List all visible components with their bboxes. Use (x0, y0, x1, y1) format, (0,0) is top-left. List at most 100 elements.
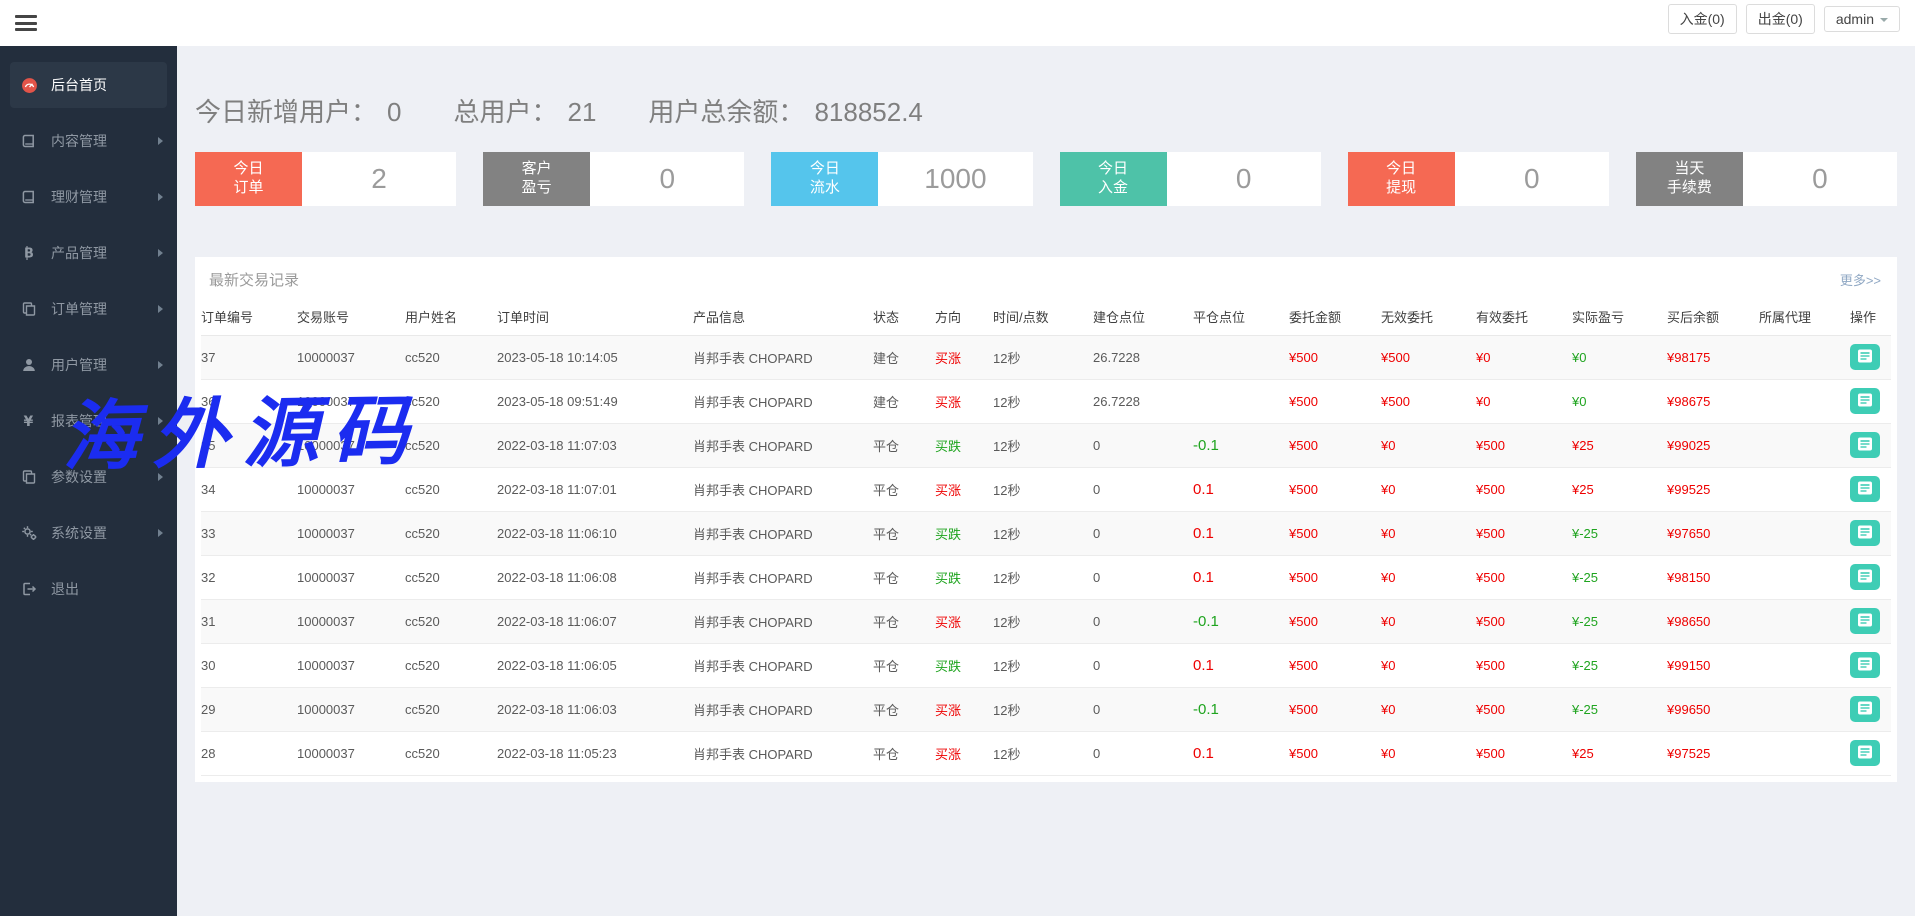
cell-actions (1850, 335, 1891, 379)
card-value: 1000 (878, 152, 1032, 206)
cell-balance: ¥98150 (1667, 555, 1759, 599)
cell-profit: ¥25 (1572, 423, 1667, 467)
cell-actions (1850, 467, 1891, 511)
order-detail-button[interactable] (1850, 608, 1880, 634)
table-header-row: 订单编号 交易账号 用户姓名 订单时间 产品信息 状态 方向 时间/点数 建仓点… (201, 299, 1891, 335)
cell-amount: ¥500 (1289, 467, 1381, 511)
list-icon (1857, 481, 1873, 498)
cell-product: 肖邦手表 CHOPARD (693, 555, 873, 599)
cell-invalid: ¥0 (1381, 599, 1476, 643)
sidebar-item-label: 后台首页 (51, 75, 107, 95)
cell-status: 平仓 (873, 643, 935, 687)
order-detail-button[interactable] (1850, 388, 1880, 414)
menu-toggle-icon[interactable] (15, 15, 37, 31)
order-detail-button[interactable] (1850, 564, 1880, 590)
cell-invalid: ¥0 (1381, 687, 1476, 731)
cell-order-id: 34 (201, 467, 297, 511)
order-detail-button[interactable] (1850, 740, 1880, 766)
order-detail-button[interactable] (1850, 652, 1880, 678)
cell-amount: ¥500 (1289, 423, 1381, 467)
col-account: 交易账号 (297, 299, 405, 335)
withdraw-button[interactable]: 出金(0) (1746, 4, 1815, 34)
list-icon (1857, 525, 1873, 542)
cell-profit: ¥-25 (1572, 511, 1667, 555)
stat-total-balance-label: 用户总余额： (648, 92, 804, 129)
cell-order-id: 33 (201, 511, 297, 555)
cell-profit: ¥-25 (1572, 555, 1667, 599)
svg-text:B: B (24, 247, 34, 262)
stat-card-3: 今日入金0 (1060, 152, 1321, 206)
cell-balance: ¥98650 (1667, 599, 1759, 643)
cell-open-point: 26.7228 (1093, 379, 1193, 423)
table-row: 3610000037cc5202023-05-18 09:51:49肖邦手表 C… (201, 379, 1891, 423)
cell-username: cc520 (405, 335, 497, 379)
sidebar-item-4[interactable]: 订单管理 (10, 286, 167, 332)
col-product: 产品信息 (693, 299, 873, 335)
cell-account: 10000037 (297, 467, 405, 511)
cell-direction: 买跌 (935, 511, 993, 555)
book-icon (20, 189, 38, 205)
order-detail-button[interactable] (1850, 696, 1880, 722)
files-icon (20, 469, 38, 485)
order-detail-button[interactable] (1850, 520, 1880, 546)
cell-open-point: 26.7228 (1093, 335, 1193, 379)
user-menu-label: admin (1836, 11, 1874, 27)
sidebar-item-2[interactable]: 理财管理 (10, 174, 167, 220)
cell-direction: 买涨 (935, 687, 993, 731)
cell-account: 10000037 (297, 731, 405, 775)
more-link[interactable]: 更多>> (1840, 270, 1881, 289)
cell-invalid: ¥0 (1381, 731, 1476, 775)
stat-total-users: 总用户： 21 (453, 92, 596, 129)
cell-amount: ¥500 (1289, 335, 1381, 379)
sidebar-item-3[interactable]: B 产品管理 (10, 230, 167, 276)
cell-balance: ¥99650 (1667, 687, 1759, 731)
logout-icon (20, 581, 38, 597)
sidebar-item-9[interactable]: 退出 (10, 566, 167, 612)
sidebar: 后台首页内容管理理财管理 B 产品管理订单管理用户管理 ¥报表管理参数设置系统设置退出 (0, 46, 177, 916)
user-menu-button[interactable]: admin (1824, 6, 1900, 32)
svg-text:¥: ¥ (24, 414, 34, 429)
deposit-button-label: 入金(0) (1680, 9, 1725, 29)
sidebar-item-label: 产品管理 (51, 243, 107, 263)
deposit-button[interactable]: 入金(0) (1668, 4, 1737, 34)
cell-balance: ¥98675 (1667, 379, 1759, 423)
col-balance: 买后余额 (1667, 299, 1759, 335)
sidebar-item-8[interactable]: 系统设置 (10, 510, 167, 556)
sidebar-item-label: 订单管理 (51, 299, 107, 319)
cell-account: 10000037 (297, 555, 405, 599)
cell-open-point: 0 (1093, 423, 1193, 467)
cell-order-time: 2022-03-18 11:06:08 (497, 555, 693, 599)
list-icon (1857, 613, 1873, 630)
cell-valid: ¥500 (1476, 423, 1572, 467)
order-detail-button[interactable] (1850, 432, 1880, 458)
sidebar-item-1[interactable]: 内容管理 (10, 118, 167, 164)
withdraw-button-label: 出金(0) (1758, 9, 1803, 29)
cell-profit: ¥0 (1572, 335, 1667, 379)
cell-agent (1759, 379, 1850, 423)
cell-actions (1850, 379, 1891, 423)
cell-agent (1759, 467, 1850, 511)
cell-direction: 买涨 (935, 335, 993, 379)
sidebar-item-5[interactable]: 用户管理 (10, 342, 167, 388)
sidebar-item-label: 用户管理 (51, 355, 107, 375)
order-detail-button[interactable] (1850, 476, 1880, 502)
cell-invalid: ¥0 (1381, 643, 1476, 687)
sidebar-item-6[interactable]: ¥报表管理 (10, 398, 167, 444)
cell-profit: ¥-25 (1572, 643, 1667, 687)
list-icon (1857, 701, 1873, 718)
cell-time-points: 12秒 (993, 467, 1093, 511)
card-label: 当天手续费 (1636, 152, 1743, 206)
order-detail-button[interactable] (1850, 344, 1880, 370)
cell-direction: 买涨 (935, 467, 993, 511)
cell-time-points: 12秒 (993, 687, 1093, 731)
sidebar-item-0[interactable]: 后台首页 (10, 62, 167, 108)
cell-status: 平仓 (873, 687, 935, 731)
cell-time-points: 12秒 (993, 379, 1093, 423)
cell-agent (1759, 731, 1850, 775)
cell-product: 肖邦手表 CHOPARD (693, 511, 873, 555)
chevron-right-icon (158, 361, 163, 369)
card-label: 今日流水 (771, 152, 878, 206)
panel-title: 最新交易记录 (209, 269, 299, 290)
sidebar-item-7[interactable]: 参数设置 (10, 454, 167, 500)
cell-order-id: 35 (201, 423, 297, 467)
